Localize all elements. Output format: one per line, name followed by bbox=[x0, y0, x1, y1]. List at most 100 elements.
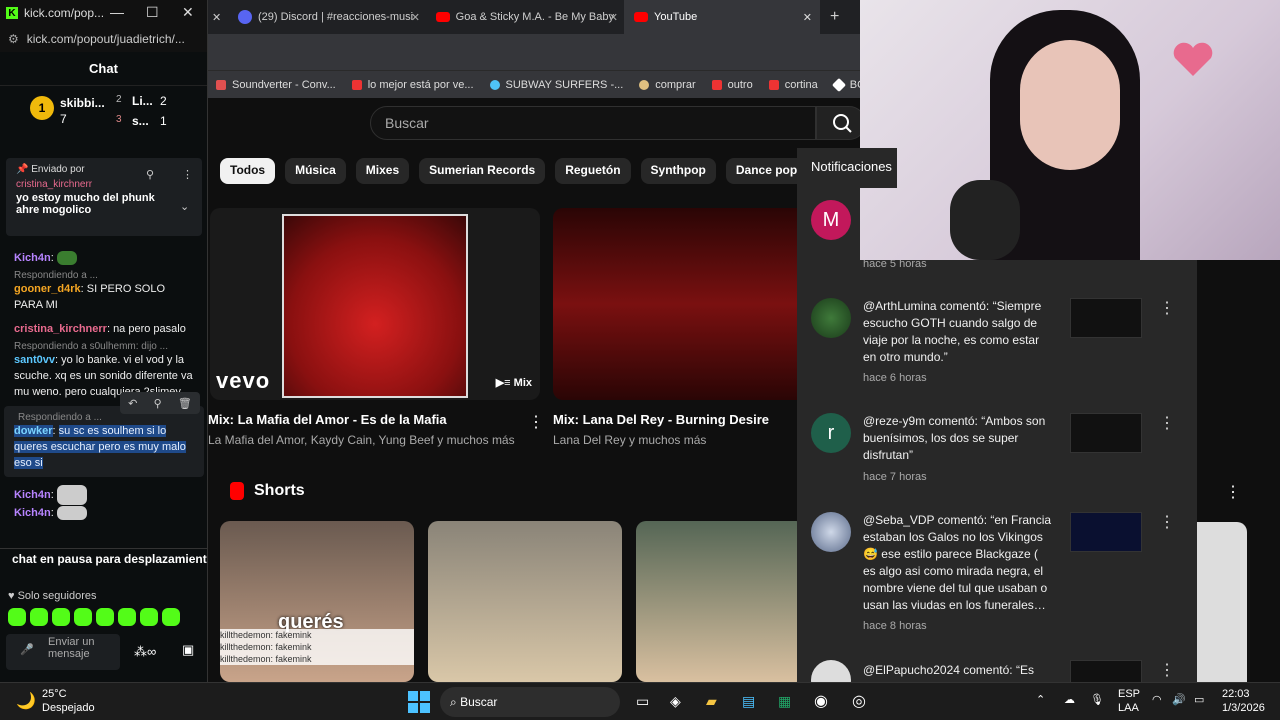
notification-thumbnail bbox=[1070, 512, 1142, 552]
weather-temp[interactable]: 25°C bbox=[42, 688, 67, 700]
avatar bbox=[811, 512, 851, 552]
bookmark[interactable]: comprar bbox=[639, 79, 696, 91]
bookmark[interactable]: SUBWAY SURFERS -... bbox=[489, 79, 623, 91]
chip-synthpop[interactable]: Synthpop bbox=[640, 158, 716, 184]
tab-partial[interactable]: ✕ bbox=[208, 0, 228, 34]
chevron-up-icon[interactable]: ⌃ bbox=[1036, 693, 1045, 706]
file-explorer-icon[interactable]: ▰ bbox=[706, 693, 717, 710]
more-icon[interactable]: ⋮ bbox=[1159, 660, 1175, 680]
hovered-message[interactable]: Respondiendo a ... dowker: su sc es soul… bbox=[4, 392, 204, 477]
emote-icon[interactable] bbox=[140, 608, 158, 626]
chip-musica[interactable]: Música bbox=[285, 158, 346, 184]
clock-time[interactable]: 22:03 bbox=[1222, 688, 1250, 700]
emote-icon[interactable] bbox=[30, 608, 48, 626]
pin-icon[interactable]: ⚲ bbox=[154, 397, 162, 410]
emote-icon[interactable] bbox=[8, 608, 26, 626]
short-4[interactable] bbox=[1197, 522, 1247, 682]
chat-paused-banner[interactable]: chat en pausa para desplazamiento bbox=[0, 548, 207, 570]
msg-user[interactable]: dowker bbox=[14, 425, 53, 437]
more-icon[interactable]: ⋮ bbox=[182, 168, 193, 181]
chip-mixes[interactable]: Mixes bbox=[355, 158, 410, 184]
expand-chevron-icon[interactable]: ⌄ bbox=[180, 200, 189, 213]
short-3[interactable] bbox=[636, 521, 806, 682]
cloud-icon[interactable]: ☁ bbox=[1064, 693, 1075, 706]
tab-youtube[interactable]: YouTube ✕ bbox=[624, 0, 820, 34]
more-icon[interactable]: ⋮ bbox=[1225, 482, 1241, 502]
chat-header: Chat bbox=[0, 52, 207, 86]
leader-3-count: 1 bbox=[160, 114, 167, 128]
emote-icon[interactable] bbox=[118, 608, 136, 626]
more-icon[interactable]: ⋮ bbox=[528, 412, 544, 432]
close-tab-icon[interactable]: ✕ bbox=[609, 11, 618, 24]
site-settings-icon[interactable]: ⚙ bbox=[8, 32, 19, 46]
notification-thumbnail bbox=[1070, 660, 1142, 682]
video-title-1[interactable]: Mix: La Mafia del Amor - Es de la Mafia bbox=[208, 412, 447, 427]
minimize-icon[interactable]: — bbox=[110, 4, 124, 20]
kick-url-bar[interactable]: ⚙ kick.com/popout/juadietrich/... bbox=[0, 26, 207, 52]
gift-icon[interactable]: ▣ bbox=[182, 642, 194, 658]
emote-icon[interactable] bbox=[52, 608, 70, 626]
bookmark[interactable]: cortina bbox=[768, 79, 818, 91]
video-title-2[interactable]: Mix: Lana Del Rey - Burning Desire bbox=[553, 412, 769, 427]
message-input[interactable]: 🎤 Enviar un mensaje bbox=[6, 634, 120, 670]
more-icon[interactable]: ⋮ bbox=[1159, 512, 1175, 532]
clock-date[interactable]: 1/3/2026 bbox=[1222, 702, 1265, 714]
reply-indicator: Respondiendo a s0ulhemm: dijo ... bbox=[14, 341, 168, 352]
more-icon[interactable]: ⋮ bbox=[1159, 298, 1175, 318]
close-tab-icon[interactable]: ✕ bbox=[803, 11, 812, 24]
video-thumbnail-1[interactable]: vevo ▶≡ Mix bbox=[210, 208, 540, 400]
weather-desc[interactable]: Despejado bbox=[42, 702, 95, 714]
maximize-icon[interactable]: ☐ bbox=[146, 4, 159, 21]
pinned-message[interactable]: 📌 Enviado por cristina_kirchnerr yo esto… bbox=[6, 158, 202, 236]
new-tab-button[interactable]: + bbox=[820, 0, 849, 34]
pin-icon[interactable]: ⚲ bbox=[146, 168, 154, 181]
chip-dance-pop[interactable]: Dance pop bbox=[725, 158, 808, 184]
windows-start-icon[interactable] bbox=[408, 691, 430, 713]
reply-icon[interactable]: ↶ bbox=[128, 397, 137, 410]
volume-icon[interactable]: 🔊 bbox=[1172, 693, 1186, 706]
lang-2[interactable]: LAA bbox=[1118, 702, 1139, 714]
lang-1[interactable]: ESP bbox=[1118, 688, 1140, 700]
mic-icon[interactable]: 🎙 bbox=[1090, 693, 1104, 706]
obs-icon[interactable]: ◎ bbox=[852, 691, 866, 711]
wifi-icon[interactable]: ◠ bbox=[1152, 693, 1162, 706]
notification-text: @ArthLumina comentó: “Siempre escucho GO… bbox=[863, 299, 1042, 364]
video-thumbnail-2[interactable] bbox=[553, 208, 813, 400]
short-1[interactable]: querés killthedemon: fakemink killthedem… bbox=[220, 521, 414, 682]
search-button[interactable] bbox=[816, 106, 866, 140]
bookmark[interactable]: Soundverter - Conv... bbox=[216, 79, 336, 91]
chip-todos[interactable]: Todos bbox=[220, 158, 276, 184]
emote-icon[interactable] bbox=[162, 608, 180, 626]
task-view-icon[interactable]: ▭ bbox=[636, 693, 649, 710]
mic-icon[interactable]: 🎤 bbox=[20, 644, 34, 656]
youtube-search-input[interactable]: Buscar bbox=[370, 106, 816, 140]
avatar bbox=[811, 298, 851, 338]
followers-only-label: ♥ Solo seguidores bbox=[8, 590, 97, 602]
battery-icon[interactable]: ▭ bbox=[1194, 693, 1204, 706]
chip-sumerian[interactable]: Sumerian Records bbox=[419, 158, 546, 184]
youtube-icon bbox=[634, 12, 648, 22]
taskbar-search[interactable]: ⌕ Buscar bbox=[440, 687, 620, 717]
emote-icon[interactable] bbox=[96, 608, 114, 626]
tab-bar: ✕ (29) Discord | #reacciones-musi ✕ Goa … bbox=[208, 0, 860, 34]
kick-logo-icon: K bbox=[6, 7, 18, 19]
bookmark[interactable]: outro bbox=[711, 79, 753, 91]
short-2[interactable] bbox=[428, 521, 622, 682]
emote-icon[interactable] bbox=[74, 608, 92, 626]
chip-regueton[interactable]: Reguetón bbox=[555, 158, 631, 184]
bookmark[interactable]: lo mejor está por ve... bbox=[351, 79, 474, 91]
chrome-icon[interactable]: ◉ bbox=[814, 691, 828, 711]
close-icon[interactable]: ✕ bbox=[182, 4, 194, 21]
delete-icon[interactable]: 🗑 bbox=[178, 397, 192, 410]
avatar: M bbox=[811, 200, 851, 240]
weather-icon[interactable]: 🌙 bbox=[16, 691, 36, 711]
emote-picker-icon[interactable]: ⁂∞ bbox=[134, 644, 156, 660]
tab-discord[interactable]: (29) Discord | #reacciones-musi ✕ bbox=[228, 0, 426, 34]
close-tab-icon[interactable]: ✕ bbox=[411, 11, 420, 24]
copilot-icon[interactable]: ◈ bbox=[670, 693, 681, 710]
more-icon[interactable]: ⋮ bbox=[1159, 413, 1175, 433]
excel-icon[interactable]: ▦ bbox=[778, 693, 791, 710]
app-icon[interactable]: ▤ bbox=[742, 693, 755, 710]
tab-goa-sticky[interactable]: Goa & Sticky M.A. - Be My Baby ✕ bbox=[426, 0, 624, 34]
emote-bar bbox=[8, 608, 180, 626]
